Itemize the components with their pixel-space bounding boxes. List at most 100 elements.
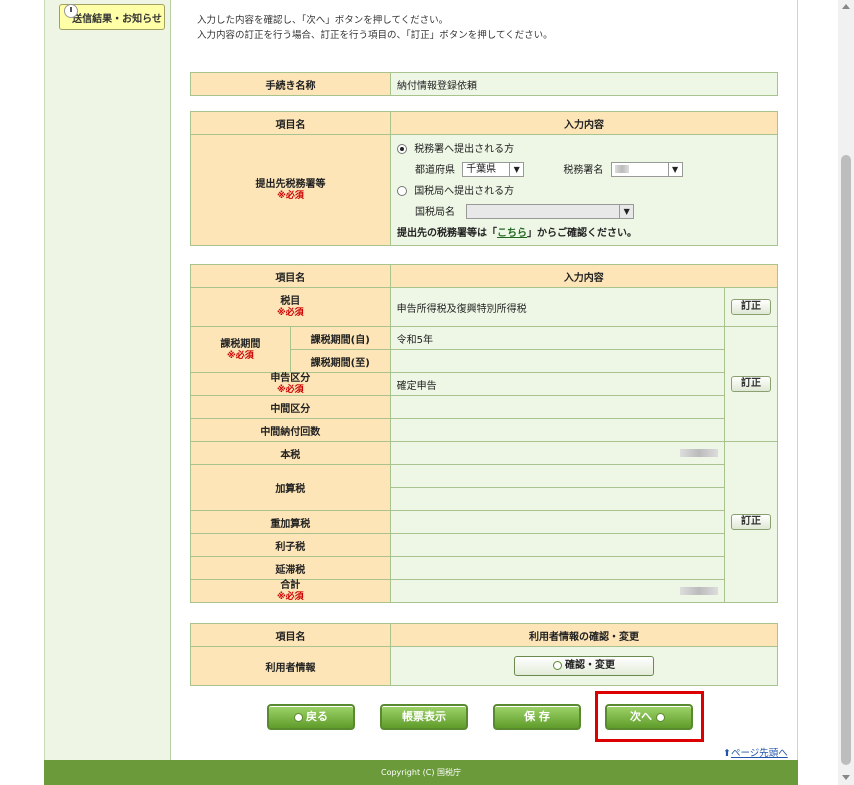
fix-button-amounts[interactable]: 訂正: [730, 514, 771, 530]
instruction-line-2: 入力内容の訂正を行う場合、訂正を行う項目の、「訂正」ボタンを押してください。: [197, 30, 553, 41]
office-label-cell: 提出先税務署等 ※必須: [190, 134, 391, 246]
tax-item-label-cell: 税目 ※必須: [190, 287, 391, 327]
confirm-text-pre: 提出先の税務署等は「: [397, 227, 497, 239]
fix-button-tax-item[interactable]: 訂正: [730, 299, 771, 315]
prefecture-select[interactable]: 千葉県 ▼: [462, 162, 525, 177]
interim-type-value: [389, 395, 725, 419]
procedure-label: 手続き名称: [190, 72, 391, 96]
office-name-select[interactable]: ▼: [610, 162, 683, 177]
page-top-link[interactable]: ページ先頭へ: [731, 748, 788, 759]
fix-cell-1: 訂正: [723, 287, 779, 327]
period-to-value: [389, 349, 725, 373]
radio-tax-office[interactable]: [397, 143, 407, 154]
heavy-additional-label: 重加算税: [190, 510, 391, 534]
header-item: 項目名: [190, 111, 391, 135]
header-input: 入力内容: [389, 264, 779, 288]
principal-label: 本税: [190, 441, 391, 465]
confirm-change-button[interactable]: 確認・変更: [514, 656, 654, 676]
procedure-value: 納付情報登録依頼: [390, 72, 778, 96]
required-mark: ※必須: [227, 350, 254, 361]
heavy-additional-value: [389, 510, 725, 534]
notice-tab-label: 送信結果・お知らせ: [72, 13, 162, 25]
period-to-label: 課税期間(至): [289, 349, 391, 373]
total-label: 合計: [280, 580, 301, 591]
required-mark: ※必須: [276, 385, 304, 395]
interest-value: [389, 533, 725, 557]
header-item: 項目名: [190, 623, 391, 647]
footer: Copyright (C) 国税庁: [44, 760, 798, 785]
prefecture-label: 都道府県: [415, 164, 455, 176]
scroll-up-icon[interactable]: [842, 4, 850, 9]
required-mark: ※必須: [277, 191, 304, 201]
additional-value-1: [389, 464, 725, 488]
save-button[interactable]: 保 存: [493, 704, 581, 730]
back-icon: [294, 712, 303, 722]
chevron-down-icon: ▼: [619, 205, 633, 218]
interest-label: 利子税: [190, 533, 391, 557]
bureau-label: 国税局名: [415, 206, 455, 218]
office-name-label: 税務署名: [563, 164, 604, 176]
next-icon: [656, 712, 665, 722]
radio-regional-bureau[interactable]: [397, 185, 407, 196]
period-label-cell: 課税期間 ※必須: [190, 326, 291, 373]
additional-label: 加算税: [190, 464, 391, 511]
tax-item-value: 申告所得税及復興特別所得税: [389, 287, 725, 327]
form-display-label: 帳票表示: [402, 710, 446, 723]
notice-tab[interactable]: 送信結果・お知らせ: [59, 4, 165, 30]
filing-type-value: 確定申告: [389, 372, 725, 396]
total-value: [389, 579, 725, 603]
next-button[interactable]: 次へ: [605, 704, 693, 730]
play-icon: [553, 660, 562, 670]
scrollbar[interactable]: [838, 0, 854, 785]
radio-regional-bureau-label: 国税局へ提出される方: [414, 185, 515, 197]
fix-button-period[interactable]: 訂正: [730, 376, 771, 392]
office-input-cell: 税務署へ提出される方 都道府県 千葉県 ▼ 税務署名 ▼ 国税局へ提出される方 …: [390, 134, 778, 246]
page-frame: 送信結果・お知らせ 入力した内容を確認し、「次へ」ボタンを押してください。 入力…: [44, 0, 798, 785]
period-from-value: 令和5年: [389, 326, 725, 350]
confirm-link[interactable]: こちら: [497, 228, 527, 239]
header-item: 項目名: [190, 264, 391, 288]
required-mark: ※必須: [276, 308, 304, 318]
total-label-cell: 合計 ※必須: [190, 579, 391, 603]
principal-value: [389, 441, 725, 465]
chevron-down-icon: ▼: [509, 163, 523, 176]
user-info-cell: 確認・変更: [390, 646, 778, 686]
confirm-text-post: 」からご確認ください。: [527, 227, 637, 239]
fix-cell-3: 訂正: [723, 441, 779, 603]
info-icon: [64, 4, 78, 18]
header-input: 入力内容: [390, 111, 778, 135]
additional-value-2: [389, 487, 725, 511]
filing-type-label: 申告区分: [270, 373, 311, 384]
scroll-thumb[interactable]: [841, 155, 851, 765]
sidebar: 送信結果・お知らせ: [45, 0, 171, 760]
delinquency-label: 延滞税: [190, 556, 391, 580]
user-info-label: 利用者情報: [190, 646, 391, 686]
bureau-select[interactable]: ▼: [466, 204, 635, 219]
filing-type-label-cell: 申告区分 ※必須: [190, 372, 391, 396]
redacted-value: [679, 586, 718, 595]
interim-count-label: 中間納付回数: [190, 418, 391, 442]
redacted-value: [679, 448, 718, 457]
up-arrow-icon: ⬆: [723, 748, 731, 759]
radio-tax-office-label: 税務署へ提出される方: [414, 143, 515, 155]
page-top-link-wrap: ⬆ページ先頭へ: [723, 745, 788, 759]
required-mark: ※必須: [276, 592, 304, 602]
delinquency-value: [389, 556, 725, 580]
office-table: 項目名 入力内容 提出先税務署等 ※必須 税務署へ提出される方 都道府県 千葉県…: [190, 111, 778, 246]
period-label: 課税期間: [220, 338, 261, 350]
period-from-label: 課税期間(自): [289, 326, 391, 350]
form-display-button[interactable]: 帳票表示: [380, 704, 468, 730]
header-action: 利用者情報の確認・変更: [390, 623, 778, 647]
tax-item-label: 税目: [280, 296, 301, 307]
save-label: 保 存: [524, 710, 550, 723]
prefecture-value: 千葉県: [466, 164, 497, 175]
detail-table: 項目名 入力内容 税目 ※必須 申告所得税及復興特別所得税 訂正 課税期間 ※必須 …: [190, 264, 779, 603]
office-label: 提出先税務署等: [255, 179, 326, 190]
procedure-table: 手続き名称 納付情報登録依頼: [190, 72, 778, 96]
fix-cell-2: 訂正: [723, 326, 779, 442]
back-label: 戻る: [306, 710, 328, 723]
instruction-line-1: 入力した内容を確認し、「次へ」ボタンを押してください。: [197, 15, 449, 26]
chevron-down-icon: ▼: [667, 163, 682, 176]
back-button[interactable]: 戻る: [267, 704, 355, 730]
scroll-down-icon[interactable]: [842, 775, 850, 780]
